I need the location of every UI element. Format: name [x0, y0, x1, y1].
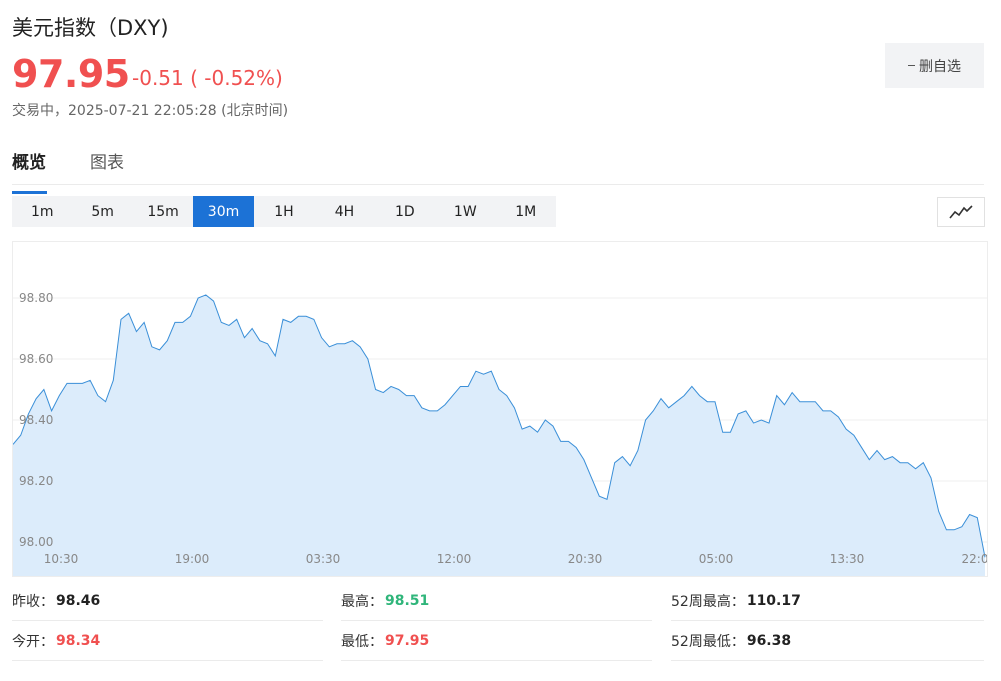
minus-icon — [908, 65, 915, 66]
interval-4h[interactable]: 4H — [314, 196, 374, 227]
y-tick-label: 98.60 — [19, 352, 53, 366]
price-chart[interactable]: 98.00 98.20 98.40 98.60 98.80 10:30 19:00 03:30… — [12, 241, 988, 577]
status-label: 交易中， — [12, 103, 68, 119]
line-chart-icon — [949, 205, 973, 219]
interval-1w[interactable]: 1W — [435, 196, 495, 227]
stat-label: 今开： — [12, 634, 54, 650]
interval-30m[interactable]: 30m — [193, 196, 254, 227]
x-tick-label: 19:00 — [175, 552, 210, 566]
price-change: -0.51 ( -0.52%) — [132, 66, 283, 90]
x-tick-label: 12:00 — [437, 552, 472, 566]
timestamp: 2025-07-21 22:05:28 (北京时间) — [68, 103, 289, 119]
stat-value: 98.51 — [385, 593, 430, 609]
stat-value: 97.95 — [385, 633, 430, 649]
y-tick-label: 98.00 — [19, 535, 53, 549]
chart-type-button[interactable] — [937, 197, 985, 227]
stat-value: 98.46 — [56, 593, 101, 609]
remove-watchlist-button[interactable]: 删自选 — [885, 43, 984, 88]
current-price: 97.95 — [12, 52, 130, 96]
x-tick-label: 03:30 — [306, 552, 341, 566]
stat-label: 昨收： — [12, 594, 54, 610]
stat-value: 110.17 — [746, 593, 801, 609]
stat-open: 今开： 98.34 — [12, 622, 323, 661]
stat-label: 最高： — [341, 594, 383, 610]
x-tick-label: 10:30 — [44, 552, 79, 566]
tab-overview-label: 概览 — [12, 153, 46, 173]
stat-value: 96.38 — [746, 633, 792, 649]
interval-15m[interactable]: 15m — [133, 196, 193, 227]
x-tick-label: 05:00 — [699, 552, 734, 566]
tab-bar: 概览 图表 — [12, 136, 984, 194]
y-tick-label: 98.40 — [19, 413, 53, 427]
stat-label: 52周最高： — [671, 594, 745, 610]
x-tick-label: 13:30 — [830, 552, 865, 566]
price-chart-svg: 98.00 98.20 98.40 98.60 98.80 10:30 19:00 03:30… — [13, 291, 987, 576]
tab-chart[interactable]: 图表 — [90, 148, 124, 173]
price-area — [13, 294, 985, 576]
watch-button-label: 删自选 — [919, 58, 961, 75]
interval-1d[interactable]: 1D — [375, 196, 435, 227]
stat-high: 最高： 98.51 — [341, 582, 652, 621]
stat-52w-high: 52周最高： 110.17 — [671, 582, 984, 621]
interval-1mo[interactable]: 1M — [496, 196, 556, 227]
y-tick-label: 98.20 — [19, 474, 53, 488]
tab-chart-label: 图表 — [90, 153, 124, 173]
interval-selector: 1m 5m 15m 30m 1H 4H 1D 1W 1M — [12, 196, 556, 227]
interval-5m[interactable]: 5m — [72, 196, 132, 227]
page-title: 美元指数（DXY) — [12, 16, 169, 40]
stat-label: 最低： — [341, 634, 383, 650]
y-tick-label: 98.80 — [19, 291, 53, 305]
tab-active-indicator — [12, 191, 47, 194]
x-tick-label: 20:30 — [568, 552, 603, 566]
stat-prev-close: 昨收： 98.46 — [12, 582, 323, 621]
interval-1m[interactable]: 1m — [12, 196, 72, 227]
trading-status: 交易中，2025-07-21 22:05:28 (北京时间) — [12, 100, 288, 120]
stat-value: 98.34 — [56, 633, 101, 649]
stat-label: 52周最低： — [671, 634, 745, 650]
tab-overview[interactable]: 概览 — [12, 148, 47, 194]
x-tick-label: 22:0 — [962, 552, 987, 566]
stat-low: 最低： 97.95 — [341, 622, 652, 661]
interval-1h[interactable]: 1H — [254, 196, 314, 227]
stat-52w-low: 52周最低： 96.38 — [671, 622, 984, 661]
